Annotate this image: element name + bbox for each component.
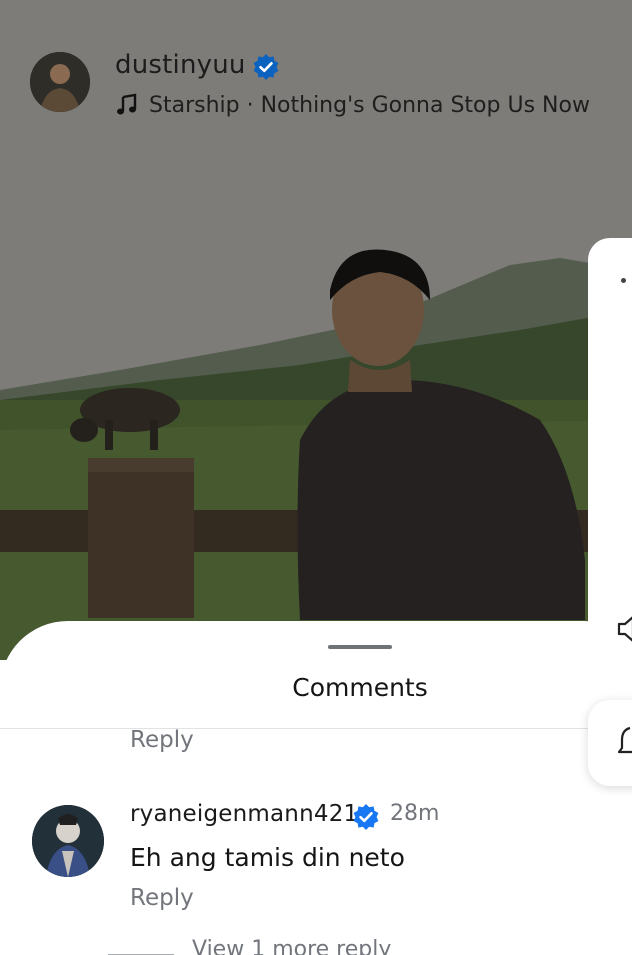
sheet-title: Comments — [292, 673, 428, 702]
music-note-icon — [117, 93, 137, 115]
view-more-replies-label[interactable]: View 1 more reply — [192, 937, 391, 955]
author-avatar[interactable] — [30, 52, 90, 112]
post-header: dustinyuu Starship · Nothing's Gonna Sto… — [30, 50, 630, 120]
divider — [0, 728, 632, 729]
bell-icon[interactable] — [618, 724, 632, 758]
post-media[interactable]: dustinyuu Starship · Nothing's Gonna Sto… — [0, 0, 632, 660]
comments-sheet: Comments Reply ryaneigenmann421 28m Eh a… — [0, 621, 632, 955]
verified-badge-icon — [353, 804, 379, 830]
app-root: dustinyuu Starship · Nothing's Gonna Sto… — [0, 0, 632, 955]
comment-item: ryaneigenmann421 28m Eh ang tamis din ne… — [0, 801, 632, 911]
verified-badge-icon — [253, 54, 279, 80]
comment-text: Eh ang tamis din neto — [130, 843, 405, 872]
side-panel[interactable] — [588, 238, 632, 680]
reply-button[interactable]: Reply — [130, 727, 194, 753]
notification-card[interactable] — [588, 700, 632, 786]
speaker-icon[interactable] — [616, 614, 632, 644]
comment-timestamp: 28m — [390, 801, 440, 826]
music-attribution[interactable]: Starship · Nothing's Gonna Stop Us Now — [115, 90, 590, 120]
reply-button[interactable]: Reply — [130, 885, 194, 911]
commenter-avatar[interactable] — [32, 805, 104, 877]
commenter-username[interactable]: ryaneigenmann421 — [130, 801, 358, 827]
music-label: Starship · Nothing's Gonna Stop Us Now — [149, 92, 590, 118]
sheet-drag-handle[interactable] — [328, 645, 392, 649]
indicator-dot — [621, 278, 626, 283]
author-username[interactable]: dustinyuu — [115, 50, 246, 80]
